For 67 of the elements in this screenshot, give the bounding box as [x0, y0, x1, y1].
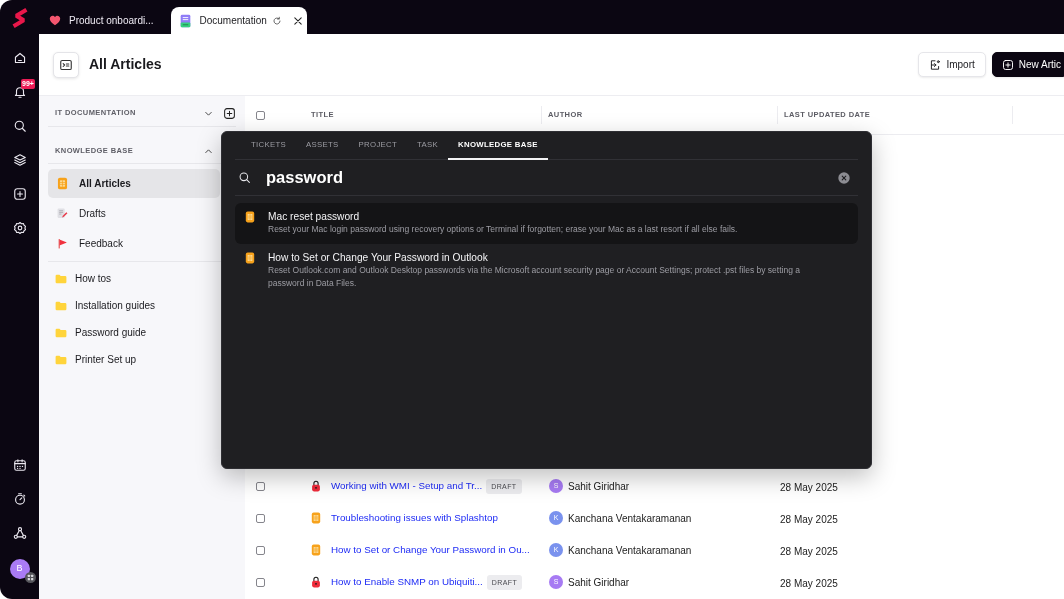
sidebar-toggle-icon	[59, 57, 73, 72]
author-name: Sahit Giridhar	[568, 479, 630, 494]
document-icon	[245, 251, 255, 264]
author-name: Kanchana Ventakaramanan	[568, 543, 692, 558]
search-icon[interactable]	[12, 119, 27, 133]
row-checkbox[interactable]	[256, 513, 265, 523]
row-checkbox[interactable]	[256, 545, 265, 555]
article-link[interactable]: Troubleshooting issues with Splashtop	[331, 510, 498, 526]
folder-icon	[55, 300, 67, 311]
import-icon	[929, 58, 942, 71]
close-icon[interactable]	[293, 16, 302, 25]
settings-icon[interactable]	[12, 221, 27, 235]
calendar-icon[interactable]	[12, 458, 27, 472]
result-description: Reset Outlook.com and Outlook Desktop passwords via the Microsoft account security page or Account Settings; protect .pst files by setting a password in Data Files.	[268, 263, 801, 290]
row-checkbox[interactable]	[256, 481, 265, 491]
search-icon	[238, 171, 251, 184]
new-article-button[interactable]: New Artic	[991, 52, 1064, 77]
document-icon	[311, 544, 321, 556]
lock-icon	[311, 576, 321, 588]
article-link[interactable]: Working with WMI - Setup and Tr...	[331, 478, 483, 494]
result-title: How to Set or Change Your Password in Outlook	[268, 250, 489, 264]
clear-icon[interactable]	[838, 171, 850, 184]
home-icon[interactable]	[12, 51, 27, 65]
folder-icon	[55, 327, 67, 338]
result-title: Mac reset password	[268, 210, 361, 223]
folder-icon	[55, 354, 67, 365]
browser-tab[interactable]: Documentation	[170, 7, 307, 34]
search-result[interactable]: Mac reset password Reset your Mac login password using recovery options or Terminal if forgotten; erase your Mac as a last resort if all else fails.	[235, 203, 858, 244]
sidebar-toggle-button[interactable]	[53, 51, 79, 78]
lock-icon	[311, 480, 321, 492]
row-checkbox[interactable]	[256, 577, 265, 587]
updated-date: 28 May 2025	[780, 514, 838, 525]
browser-tab[interactable]: Product onboardi...	[47, 7, 164, 34]
folder-icon	[55, 273, 67, 284]
stopwatch-icon[interactable]	[12, 492, 27, 506]
updated-date: 28 May 2025	[780, 578, 838, 589]
document-pencil-icon	[57, 207, 68, 220]
document-icon	[57, 177, 68, 190]
document-icon	[311, 512, 321, 524]
add-icon[interactable]	[223, 106, 236, 120]
import-button[interactable]: Import	[918, 52, 986, 77]
sidebar-item[interactable]: All Articles	[48, 169, 220, 198]
updated-date: 28 May 2025	[780, 546, 838, 557]
folder-item[interactable]: Password guide	[48, 319, 220, 346]
sidebar-item[interactable]: Feedback	[48, 229, 220, 258]
article-link[interactable]: How to Set or Change Your Password in Ou...	[331, 542, 530, 558]
author-name: Kanchana Ventakaramanan	[568, 511, 692, 526]
select-all-checkbox[interactable]	[256, 110, 265, 120]
folder-item[interactable]: How tos	[48, 265, 220, 292]
search-field[interactable]: password	[266, 165, 830, 190]
grid-icon[interactable]	[24, 572, 36, 583]
layers-icon[interactable]	[12, 153, 27, 167]
updated-date: 28 May 2025	[780, 482, 838, 493]
document-icon	[245, 211, 255, 223]
result-description: Reset your Mac login password using recovery options or Terminal if forgotten; erase your Mac as a last resort if all else fails.	[268, 223, 738, 236]
flag-icon	[57, 237, 68, 250]
page-title: All Articles	[89, 55, 162, 74]
folder-item[interactable]: Printer Set up	[48, 346, 220, 373]
author-name: Sahit Giridhar	[568, 575, 630, 590]
nodes-icon[interactable]	[12, 526, 27, 540]
plus-icon	[1001, 58, 1014, 71]
sidebar-item[interactable]: Drafts	[48, 199, 220, 228]
folder-item[interactable]: Installation guides	[48, 292, 220, 319]
bell-icon[interactable]	[12, 85, 27, 99]
heart-icon	[49, 15, 61, 26]
document-icon	[179, 13, 191, 28]
article-link[interactable]: How to Enable SNMP on Ubiquiti...	[331, 574, 483, 590]
